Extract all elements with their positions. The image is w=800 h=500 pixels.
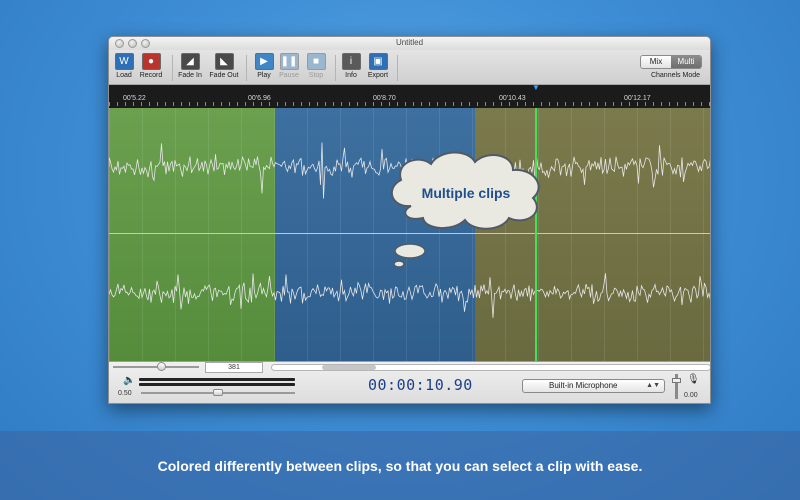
volume-icon: 🔈 [123,375,136,386]
time-display: 00:00:10.90 [368,376,473,394]
ruler-scale [109,102,710,106]
zoom-slider[interactable] [113,362,199,371]
play-icon: ▶ [254,53,274,70]
ruler-tick: 00'10.43 [499,95,526,102]
toolbar: W Load ● Record ◢ Fade In ◣ Fade Out ▶ P… [109,50,710,85]
input-device-select[interactable]: Built-in Microphone ▲▼ [522,379,665,393]
pause-button[interactable]: ❚❚ Pause [274,53,304,79]
mix-mode-button[interactable]: Mix [641,56,671,68]
app-window: Untitled W Load ● Record ◢ Fade In ◣ Fad… [108,36,711,404]
record-icon: ● [141,53,161,70]
balance-slider[interactable] [141,389,295,396]
callout-text: Multiple clips [421,185,511,201]
pause-icon: ❚❚ [279,53,299,70]
load-label: Load [116,72,132,79]
fade-out-button[interactable]: ◣ Fade Out [209,53,239,79]
load-button[interactable]: W Load [109,53,139,79]
ruler-tick: 00'8.70 [373,95,396,102]
chevron-updown-icon: ▲▼ [646,382,660,389]
info-label: Info [345,72,357,79]
fade-in-label: Fade In [178,72,202,79]
stop-button[interactable]: ■ Stop [301,53,331,79]
waveform-area[interactable]: Multiple clips [109,108,710,361]
fade-in-button[interactable]: ◢ Fade In [175,53,205,79]
caption-text: Colored differently between clips, so th… [157,458,643,474]
volume-value: 0.50 [118,390,132,397]
window-title: Untitled [395,38,424,47]
export-button[interactable]: ▣ Export [363,53,393,79]
caption-band: Colored differently between clips, so th… [0,431,800,500]
stop-icon: ■ [306,53,326,70]
fade-out-icon: ◣ [214,53,234,70]
level-meter-right [139,383,295,386]
waveform-path [109,273,710,318]
zoom-slider-knob[interactable] [157,362,166,371]
toolbar-divider [172,55,173,81]
balance-slider-knob[interactable] [213,389,223,396]
zoom-stepper[interactable]: 381 [205,362,263,373]
microphone-icon: 🎙 [687,374,700,385]
level-meter-left [139,378,295,381]
info-icon: i [341,53,361,70]
input-device-value: Built-in Microphone [549,381,618,390]
toolbar-divider [246,55,247,81]
callout-bubble: Multiple clips [381,146,551,236]
input-level-knob[interactable] [672,378,681,383]
multi-mode-button[interactable]: Multi [671,56,701,68]
input-level-value: 0.00 [684,392,698,399]
ruler-tick: 00'12.17 [624,95,651,102]
fade-out-label: Fade Out [209,72,239,79]
record-label: Record [139,72,163,79]
channels-mode-control: Mix Multi [640,55,702,69]
ruler-tick: 00'5.22 [123,95,146,102]
scrollbar-thumb[interactable] [322,365,376,370]
record-button[interactable]: ● Record [136,53,166,79]
load-waveform-icon: W [114,53,134,70]
ruler-tick: 00'6.96 [248,95,271,102]
export-label: Export [367,72,389,79]
channels-mode-label: Channels Mode [650,72,700,79]
export-icon: ▣ [368,53,388,70]
input-level-slider[interactable] [672,374,681,399]
title-bar: Untitled [109,37,710,50]
toolbar-divider [397,55,398,81]
timeline-ruler[interactable]: ▼ 00'5.22 00'6.96 00'8.70 00'10.43 00'12… [109,84,710,108]
pause-label: Pause [279,72,299,79]
horizontal-scrollbar[interactable] [271,364,710,371]
fade-in-icon: ◢ [180,53,200,70]
playhead-marker-icon[interactable]: ▼ [532,84,542,92]
thought-dots [393,243,426,268]
stop-label: Stop [308,72,324,79]
info-button[interactable]: i Info [336,53,366,79]
transport-bar: 381 🔈 0.50 00:00:10.90 Built-in Micropho… [109,361,710,403]
